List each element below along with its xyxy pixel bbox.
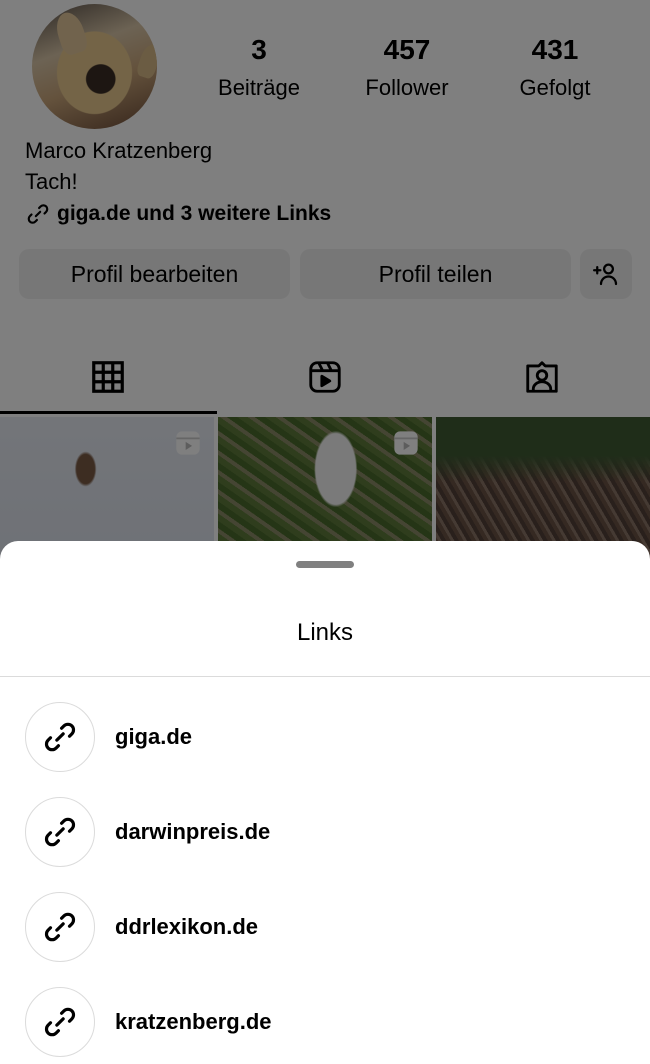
drag-handle[interactable] xyxy=(296,561,354,568)
link-label: ddrlexikon.de xyxy=(115,913,259,939)
divider xyxy=(0,676,650,677)
link-item-giga[interactable]: giga.de xyxy=(0,689,650,784)
link-item-kratzenberg[interactable]: kratzenberg.de xyxy=(0,974,650,1064)
link-list: giga.de darwinpreis.de ddrlexikon.de kra… xyxy=(0,689,650,1064)
link-icon xyxy=(44,722,76,751)
link-label: darwinpreis.de xyxy=(115,818,271,844)
link-label: giga.de xyxy=(115,723,193,749)
link-icon-circle xyxy=(25,986,95,1057)
link-icon-circle xyxy=(25,701,95,772)
links-bottom-sheet: Links giga.de darwinpreis.de ddrlexikon.… xyxy=(0,541,650,1064)
link-label: kratzenberg.de xyxy=(115,1008,272,1034)
link-icon-circle xyxy=(25,891,95,962)
link-item-ddrlexikon[interactable]: ddrlexikon.de xyxy=(0,879,650,974)
link-item-darwinpreis[interactable]: darwinpreis.de xyxy=(0,784,650,879)
link-icon xyxy=(44,912,76,941)
link-icon xyxy=(44,1007,76,1036)
link-icon-circle xyxy=(25,796,95,867)
link-icon xyxy=(44,817,76,846)
sheet-title: Links xyxy=(296,619,354,646)
